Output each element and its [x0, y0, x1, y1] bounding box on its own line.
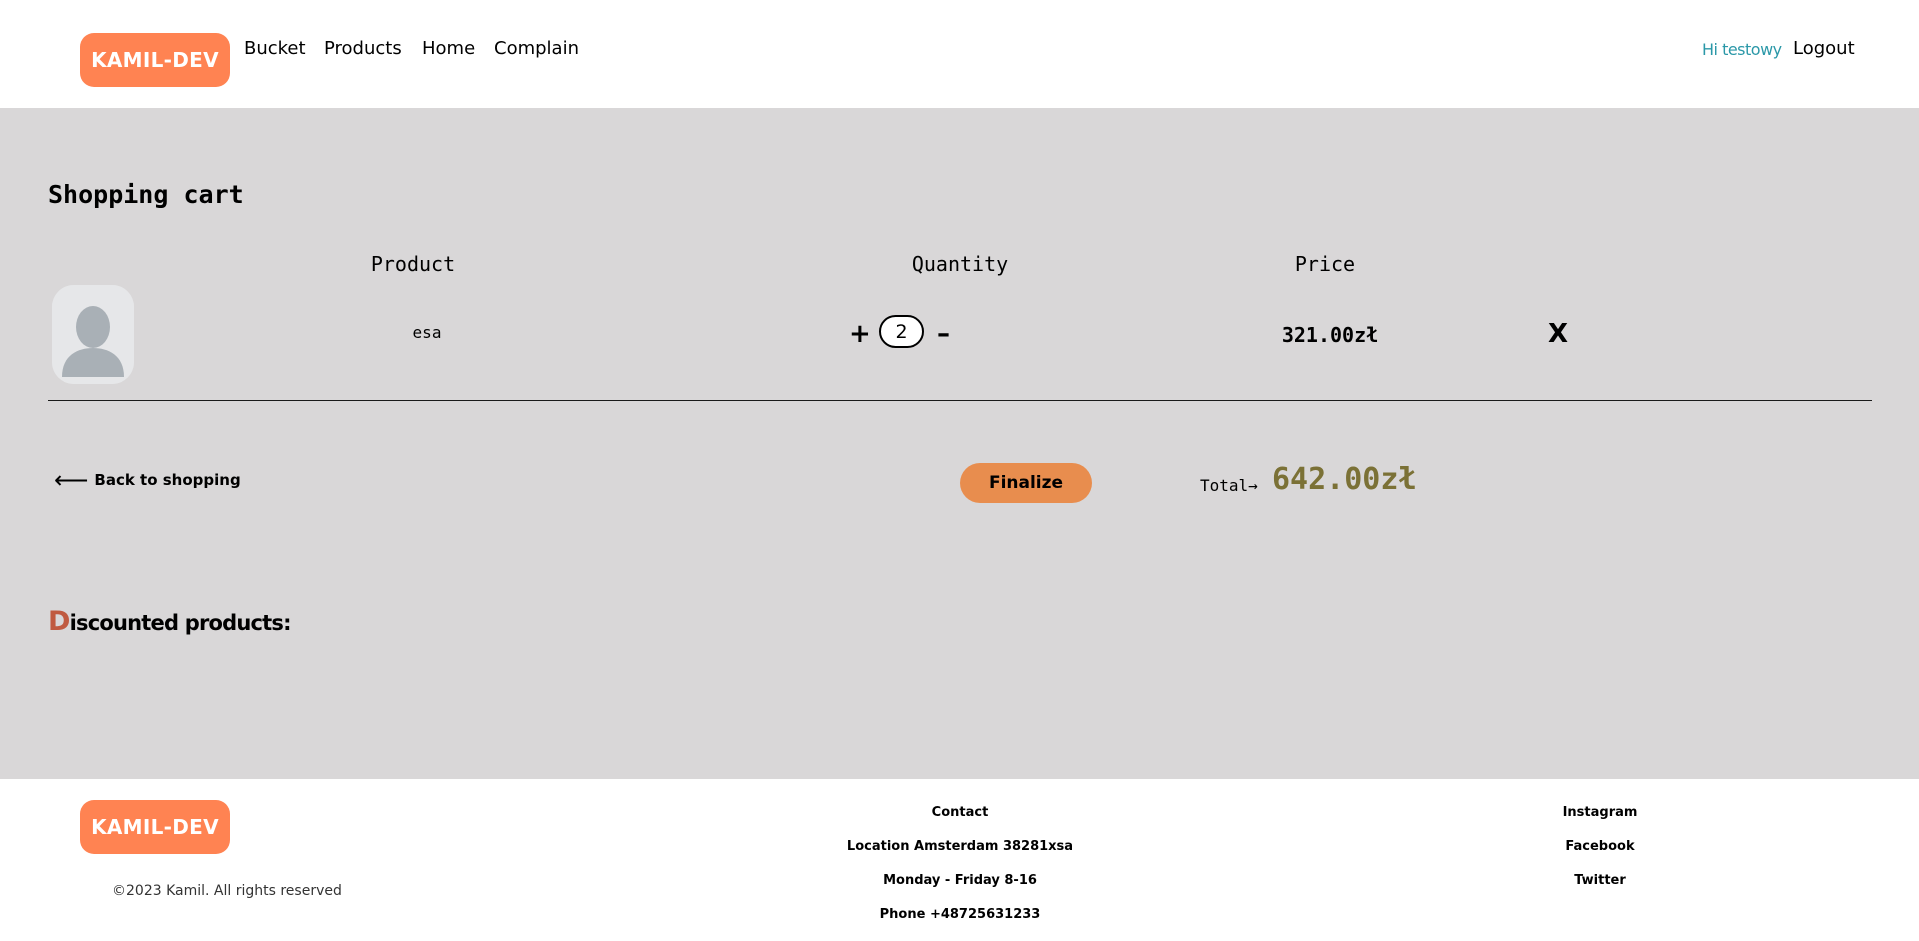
brand-logo[interactable]: KAMIL-DEV: [80, 33, 230, 87]
remove-item-button[interactable]: X: [1548, 319, 1568, 349]
discounted-products-heading: Discounted products:: [48, 606, 292, 637]
user-greeting: Hi testowy: [1702, 40, 1782, 59]
copyright-text: ©2023 Kamil. All rights reserved: [112, 883, 342, 899]
column-header-product: Product: [370, 252, 456, 276]
back-to-shopping-link[interactable]: ⟵ Back to shopping: [54, 468, 241, 492]
footer: KAMIL-DEV ©2023 Kamil. All rights reserv…: [0, 779, 1919, 931]
footer-brand-logo[interactable]: KAMIL-DEV: [80, 800, 230, 854]
arrow-left-icon: ⟵: [54, 466, 89, 494]
contact-location: Location Amsterdam 38281xsa: [846, 839, 1074, 854]
column-header-quantity: Quantity: [911, 252, 1009, 276]
contact-phone: Phone +48725631233: [879, 907, 1041, 922]
heading-rest: iscounted products:: [69, 611, 292, 635]
finalize-button[interactable]: Finalize: [960, 463, 1092, 503]
cart-section: Shopping cart Product Quantity Price esa…: [0, 108, 1919, 779]
quantity-value: 2: [879, 315, 924, 348]
social-column: Instagram Facebook Twitter: [1563, 805, 1638, 907]
contact-heading: Contact: [931, 805, 989, 820]
product-name: esa: [412, 323, 442, 342]
divider: [48, 400, 1872, 401]
page-title: Shopping cart: [48, 180, 244, 209]
back-to-shopping-label: Back to shopping: [94, 471, 241, 489]
twitter-link[interactable]: Twitter: [1563, 873, 1638, 907]
facebook-link[interactable]: Facebook: [1563, 839, 1638, 873]
top-navbar: KAMIL-DEV Bucket Products Home Complain …: [0, 0, 1919, 108]
nav-home[interactable]: Home: [422, 38, 475, 59]
nav-complain[interactable]: Complain: [494, 38, 579, 59]
nav-products[interactable]: Products: [324, 38, 402, 59]
heading-initial: D: [48, 606, 70, 637]
nav-bucket[interactable]: Bucket: [244, 38, 306, 59]
total-label: Total→: [1200, 476, 1258, 495]
contact-column: Contact Location Amsterdam 38281xsa Mond…: [847, 805, 1073, 941]
increase-quantity-button[interactable]: +: [849, 321, 871, 347]
product-image-placeholder-icon: [52, 285, 134, 384]
instagram-link[interactable]: Instagram: [1563, 805, 1638, 839]
item-price: 321.00zł: [1281, 323, 1379, 347]
column-header-price: Price: [1294, 252, 1356, 276]
total-value: 642.00zł: [1272, 462, 1417, 497]
contact-hours: Monday - Friday 8-16: [883, 873, 1037, 888]
logout-link[interactable]: Logout: [1793, 38, 1855, 59]
decrease-quantity-button[interactable]: –: [937, 321, 950, 347]
